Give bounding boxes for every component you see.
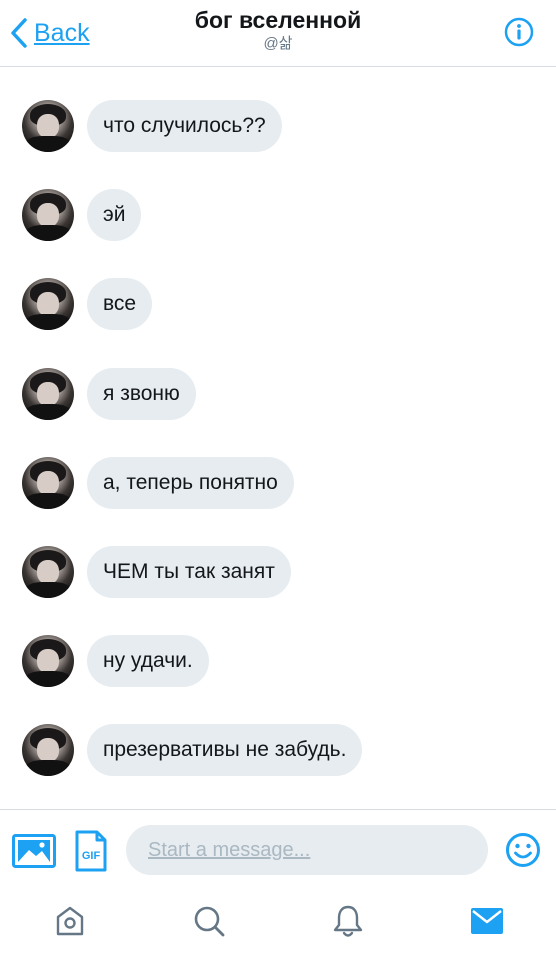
message-bubble[interactable]: что случилось?? <box>87 100 282 152</box>
conversation-handle: @삶 <box>263 35 293 52</box>
add-photo-button[interactable] <box>12 834 56 868</box>
message-bubble[interactable]: а, теперь понятно <box>87 457 294 509</box>
message-composer: GIF <box>0 809 556 890</box>
message-input[interactable] <box>126 825 488 875</box>
back-label: Back <box>34 18 90 47</box>
info-icon <box>504 17 534 47</box>
chevron-left-icon <box>11 18 27 48</box>
avatar[interactable] <box>22 189 74 241</box>
avatar[interactable] <box>22 724 74 776</box>
message-row: я звоню <box>22 367 196 421</box>
tab-notifications[interactable] <box>328 901 368 941</box>
search-icon <box>194 906 225 937</box>
gif-icon: GIF <box>75 830 107 872</box>
message-list[interactable]: что случилось?? эй все я звоню а, теперь… <box>0 67 556 809</box>
tab-search[interactable] <box>189 901 229 941</box>
message-row: презервативы не забудь. <box>22 723 363 777</box>
home-icon <box>56 906 84 936</box>
message-bubble[interactable]: эй <box>87 189 142 241</box>
message-row: эй <box>22 188 142 242</box>
avatar[interactable] <box>22 368 74 420</box>
conversation-title: бог вселенной <box>194 7 362 33</box>
message-row: все <box>22 277 153 331</box>
back-button[interactable]: Back <box>10 14 90 52</box>
message-row: что случилось?? <box>22 99 282 153</box>
message-bubble[interactable]: все <box>87 278 153 330</box>
conversation-header: Back бог вселенной @삶 <box>0 0 556 67</box>
gif-button[interactable]: GIF <box>75 830 107 872</box>
message-row: ЧЕМ ты так занят <box>22 545 291 599</box>
avatar[interactable] <box>22 100 74 152</box>
emoji-button[interactable] <box>505 832 541 868</box>
smiley-icon <box>506 833 540 867</box>
gif-label: GIF <box>82 850 101 862</box>
avatar[interactable] <box>22 635 74 687</box>
message-bubble[interactable]: ЧЕМ ты так занят <box>87 546 291 598</box>
avatar[interactable] <box>22 546 74 598</box>
message-bubble[interactable]: я звоню <box>87 368 196 420</box>
info-button[interactable] <box>504 17 534 47</box>
tab-home[interactable] <box>50 901 90 941</box>
image-icon <box>12 834 56 868</box>
message-bubble[interactable]: ну удачи. <box>87 635 209 687</box>
message-bubble[interactable]: презервативы не забудь. <box>87 724 363 776</box>
avatar[interactable] <box>22 278 74 330</box>
message-row: а, теперь понятно <box>22 456 294 510</box>
conversation-title-block: бог вселенной @삶 <box>110 6 446 54</box>
avatar[interactable] <box>22 457 74 509</box>
bell-icon <box>333 905 363 937</box>
message-row: ну удачи. <box>22 634 209 688</box>
tab-messages[interactable] <box>467 901 507 941</box>
mail-icon <box>471 908 503 934</box>
tab-bar <box>0 889 556 960</box>
